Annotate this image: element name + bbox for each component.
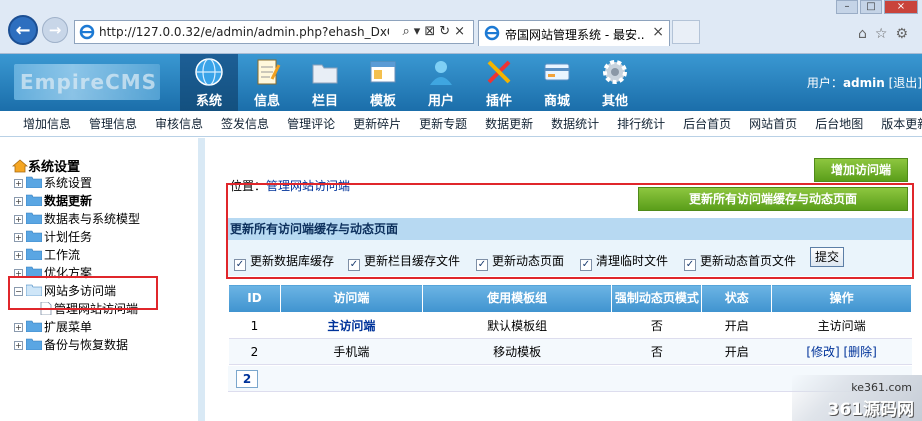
sub-menu: 增加信息 管理信息 审核信息 签发信息 管理评论 更新碎片 更新专题 数据更新 … [0,111,922,137]
expand-icon[interactable]: + [14,323,23,332]
access-name[interactable]: 手机端 [280,338,423,365]
gear-icon [603,60,627,84]
submenu-item[interactable]: 管理信息 [80,111,146,136]
tree-item-system-settings[interactable]: + 系统设置 [14,174,92,192]
card-icon [544,63,570,81]
tree-item-data-update[interactable]: + 数据更新 [14,192,92,210]
window-close-button[interactable]: × [884,0,918,14]
submenu-item[interactable]: 增加信息 [14,111,80,136]
address-tools[interactable]: ⌕▾⊠↻× [403,24,469,39]
folder-icon [26,320,42,332]
browser-chrome: – □ × ← → http://127.0.0.32/e/admin/admi… [0,0,922,54]
window-controls: – □ × [836,0,918,14]
submenu-item[interactable]: 排行统计 [608,111,674,136]
tab-title: 帝国网站管理系统 - 最安... [505,28,645,42]
tree-item-backup[interactable]: + 备份与恢复数据 [14,336,128,354]
submenu-item[interactable]: 数据统计 [542,111,608,136]
expand-icon[interactable]: + [14,233,23,242]
edit-delete-links[interactable]: [修改] [删除] [806,345,877,359]
highlight-box-main [226,183,914,279]
table-row: 1 主访问端 默认模板组 否 开启 主访问端 [228,312,912,339]
forward-button[interactable]: → [42,17,68,43]
tree-title: 系统设置 [12,156,80,175]
user-icon [430,61,452,85]
back-button[interactable]: ← [8,15,38,45]
template-window-icon [370,61,396,83]
browser-tab[interactable]: 帝国网站管理系统 - 最安... × [478,20,670,46]
tree-item-scheduled-tasks[interactable]: + 计划任务 [14,228,92,246]
add-access-button[interactable]: 增加访问端 [814,158,908,182]
access-name[interactable]: 主访问端 [280,312,423,339]
menu-user[interactable]: 用户 [412,54,470,111]
expand-icon[interactable]: + [14,179,23,188]
watermark: ke361.com 361源码网 [792,375,922,421]
main-menu: 系统 信息 栏目 模板 用户 插件 商城 其他 [180,54,644,111]
tools-icon [487,60,511,84]
tree-item-extend-menu[interactable]: + 扩展菜单 [14,318,92,336]
table-row: 2 手机端 移动模板 否 开启 [修改] [删除] [228,338,912,365]
folder-icon [26,212,42,224]
maximize-button[interactable]: □ [860,0,882,14]
ie-tab-icon [484,25,500,41]
url-text: http://127.0.0.32/e/admin/admin.php?ehas… [99,25,389,39]
tree-item-workflow[interactable]: + 工作流 [14,246,80,264]
menu-other[interactable]: 其他 [586,54,644,111]
submenu-item[interactable]: 后台地图 [806,111,872,136]
menu-plugin[interactable]: 插件 [470,54,528,111]
col-force-dynamic: 强制动态页模式 [611,284,703,313]
menu-system[interactable]: 系统 [180,54,238,111]
col-actions: 操作 [771,284,912,313]
expand-icon[interactable]: + [14,341,23,350]
submenu-item[interactable]: 管理评论 [278,111,344,136]
submenu-item[interactable]: 审核信息 [146,111,212,136]
submenu-item[interactable]: 更新专题 [410,111,476,136]
logo: EmpireCMS [14,64,160,100]
submenu-item[interactable]: 更新碎片 [344,111,410,136]
menu-shop[interactable]: 商城 [528,54,586,111]
expand-icon[interactable]: + [14,197,23,206]
folder-icon [26,230,42,242]
submenu-item[interactable]: 版本更新 [872,111,922,136]
folder-icon [26,194,42,206]
table-header-row: ID 访问端 使用模板组 强制动态页模式 状态 操作 [228,284,912,313]
ie-page-icon [79,24,95,40]
expand-icon[interactable]: + [14,215,23,224]
minimize-button[interactable]: – [836,0,858,14]
col-template: 使用模板组 [421,284,613,313]
menu-template[interactable]: 模板 [354,54,412,111]
folder-icon [312,64,338,84]
submenu-item[interactable]: 后台首页 [674,111,740,136]
address-bar[interactable]: http://127.0.0.32/e/admin/admin.php?ehas… [74,20,474,44]
menu-info[interactable]: 信息 [238,54,296,111]
col-status: 状态 [701,284,773,313]
folder-icon [26,248,42,260]
app-header: EmpireCMS 系统 信息 栏目 模板 用户 插件 商城 其他 用户：adm… [0,54,922,111]
col-access: 访问端 [279,284,423,313]
col-id: ID [228,284,281,313]
globe-icon [195,58,223,86]
browser-toolbar-icons[interactable]: ⌂☆⚙ [858,26,916,42]
folder-icon [26,176,42,188]
home-icon [12,159,28,173]
username: admin [842,76,885,90]
submenu-item[interactable]: 数据更新 [476,111,542,136]
highlight-box-left [8,276,158,310]
page-link[interactable]: 2 [236,370,258,388]
access-table: ID 访问端 使用模板组 强制动态页模式 状态 操作 1 主访问端 默认模板组 … [228,284,912,365]
notepad-icon [257,59,281,85]
submenu-item[interactable]: 签发信息 [212,111,278,136]
submenu-item[interactable]: 网站首页 [740,111,806,136]
new-tab-button[interactable] [672,20,700,44]
logout-link[interactable]: [退出] [889,76,922,90]
tab-close-icon[interactable]: × [652,24,664,40]
tree-item-data-tables[interactable]: + 数据表与系统模型 [14,210,140,228]
menu-column[interactable]: 栏目 [296,54,354,111]
folder-icon [26,338,42,350]
user-info: 用户：admin [退出] [806,76,922,90]
expand-icon[interactable]: + [14,251,23,260]
